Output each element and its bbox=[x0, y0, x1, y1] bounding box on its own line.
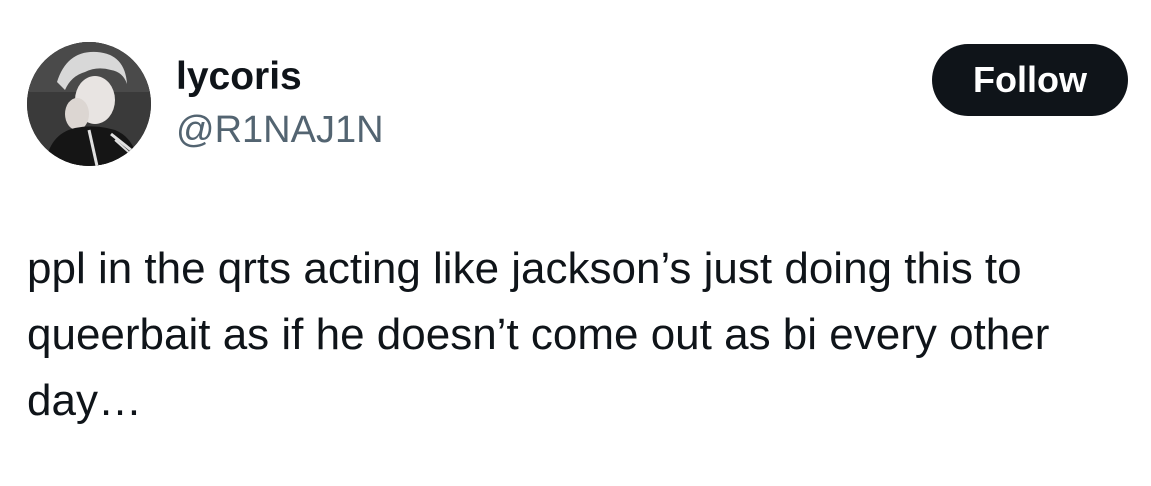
tweet-text-line: ppl in the qrts acting like jackson’s ju… bbox=[27, 244, 1022, 293]
user-handle[interactable]: @R1NAJ1N bbox=[176, 107, 384, 153]
avatar[interactable] bbox=[27, 42, 151, 166]
tweet-card: lycoris @R1NAJ1N Follow ppl in the qrts … bbox=[0, 0, 1151, 486]
follow-button[interactable]: Follow bbox=[932, 44, 1128, 116]
avatar-photo bbox=[27, 42, 151, 166]
tweet-text-line: day… bbox=[27, 376, 142, 425]
tweet-text-line: queerbait as if he doesn’t come out as b… bbox=[27, 310, 1050, 359]
display-name[interactable]: lycoris bbox=[176, 54, 302, 100]
tweet-text: ppl in the qrts acting like jackson’s ju… bbox=[27, 236, 1137, 434]
